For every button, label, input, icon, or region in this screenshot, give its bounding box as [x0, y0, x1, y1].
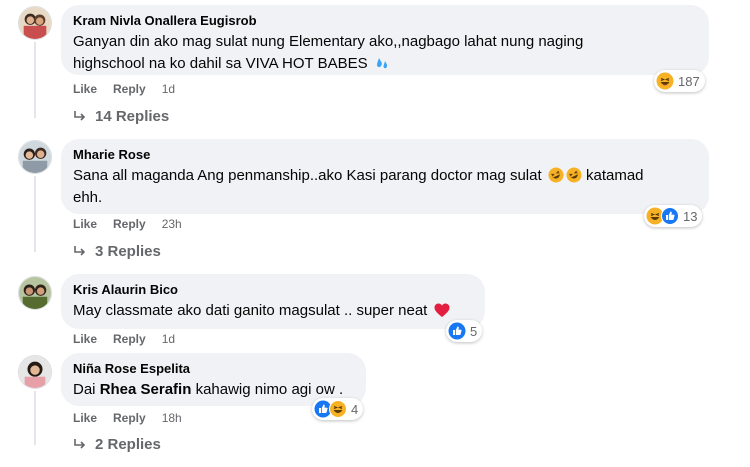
reply-arrow-icon — [74, 245, 86, 256]
comment-text-line: highschool na ko dahil sa VIVA HOT BABES — [73, 55, 368, 72]
haha-reaction-icon — [329, 400, 347, 418]
comment-timestamp[interactable]: 18h — [162, 411, 182, 425]
reply-button[interactable]: Reply — [113, 332, 146, 346]
reaction-summary[interactable]: 13 — [644, 205, 703, 227]
rolling-laughing-icon — [566, 167, 582, 183]
comment-text-line: kahawig nimo agi ow . — [195, 381, 344, 398]
thread-line — [34, 42, 36, 118]
reply-arrow-icon — [74, 110, 86, 121]
comment-text: Ganyan din ako mag sulat nung Elementary… — [73, 31, 697, 75]
comment-bubble: Kram Nivla Onallera Eugisrob Ganyan din … — [61, 5, 709, 75]
like-reaction-icon — [661, 207, 679, 225]
comment-timestamp[interactable]: 1d — [162, 332, 175, 346]
red-heart-icon — [434, 303, 450, 318]
comment-author[interactable]: Kram Nivla Onallera Eugisrob — [73, 12, 697, 29]
replies-count-label: 14 Replies — [95, 108, 170, 125]
avatar[interactable] — [18, 355, 52, 389]
avatar[interactable] — [18, 140, 52, 174]
comment-text-line: Ganyan din ako mag sulat nung Elementary… — [73, 33, 584, 50]
reaction-summary[interactable]: 5 — [446, 320, 483, 342]
haha-reaction-icon — [656, 72, 674, 90]
comment-author[interactable]: Mharie Rose — [73, 146, 697, 163]
reply-button[interactable]: Reply — [113, 82, 146, 96]
comment-bubble: Kris Alaurin Bico May classmate ako dati… — [61, 274, 485, 329]
thread-line — [34, 176, 36, 252]
comment-actions: Like Reply 23h — [73, 217, 182, 231]
reaction-count: 4 — [351, 401, 359, 417]
comment-actions: Like Reply 18h — [73, 411, 182, 425]
comment-timestamp[interactable]: 23h — [162, 217, 182, 231]
mention-link[interactable]: Rhea Serafin — [100, 381, 192, 398]
like-button[interactable]: Like — [73, 82, 97, 96]
reaction-count: 13 — [683, 208, 698, 224]
avatar[interactable] — [18, 276, 52, 310]
like-button[interactable]: Like — [73, 332, 97, 346]
thread-line — [34, 391, 36, 445]
view-replies-link[interactable]: 3 Replies — [73, 243, 161, 260]
reaction-count: 187 — [678, 73, 700, 89]
comment-author[interactable]: Kris Alaurin Bico — [73, 281, 473, 298]
like-reaction-icon — [448, 322, 466, 340]
comment-timestamp[interactable]: 1d — [162, 82, 175, 96]
like-button[interactable]: Like — [73, 411, 97, 425]
replies-count-label: 2 Replies — [95, 436, 161, 453]
comment-author[interactable]: Niña Rose Espelita — [73, 360, 354, 377]
like-button[interactable]: Like — [73, 217, 97, 231]
comment-text-line: May classmate ako dati ganito magsulat .… — [73, 302, 428, 319]
reaction-summary[interactable]: 187 — [654, 70, 705, 92]
comment-text: Sana all maganda Ang penmanship..ako Kas… — [73, 165, 697, 209]
reply-button[interactable]: Reply — [113, 411, 146, 425]
comment-actions: Like Reply 1d — [73, 332, 175, 346]
reaction-summary[interactable]: 4 — [312, 398, 364, 420]
view-replies-link[interactable]: 14 Replies — [73, 108, 169, 125]
rolling-laughing-icon — [548, 167, 564, 183]
comment-text-line: katamad — [585, 167, 644, 184]
comment-text: May classmate ako dati ganito magsulat .… — [73, 300, 473, 322]
avatar[interactable] — [18, 6, 52, 40]
replies-count-label: 3 Replies — [95, 243, 161, 260]
comment-text-line: ehh. — [73, 189, 103, 206]
comment-text-line: Dai — [73, 381, 96, 398]
comment-text-line: Sana all maganda Ang penmanship..ako Kas… — [73, 167, 542, 184]
comment-actions: Like Reply 1d — [73, 82, 175, 96]
reaction-count: 5 — [470, 323, 478, 339]
comment-text: Dai Rhea Serafin kahawig nimo agi ow . — [73, 379, 354, 401]
sweat-droplets-icon — [374, 55, 390, 71]
reply-button[interactable]: Reply — [113, 217, 146, 231]
comment-bubble: Mharie Rose Sana all maganda Ang penmans… — [61, 139, 709, 214]
view-replies-link[interactable]: 2 Replies — [73, 436, 161, 453]
reply-arrow-icon — [74, 438, 86, 449]
